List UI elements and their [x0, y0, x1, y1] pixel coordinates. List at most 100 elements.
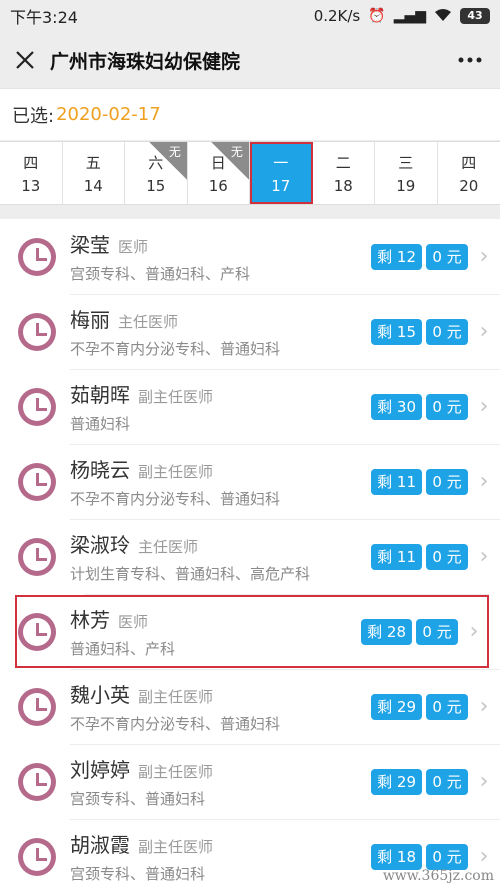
clock-icon — [18, 387, 56, 426]
remaining-slots-badge: 剩 11 — [371, 468, 422, 495]
doctor-specialty: 不孕不育内分泌专科、普通妇科 — [70, 715, 281, 733]
doctor-row[interactable]: 梁莹 医师 宫颈专科、普通妇科、产科剩 12 0 元 › — [0, 219, 500, 294]
doctor-list: 梁莹 医师 宫颈专科、普通妇科、产科剩 12 0 元 › 梅丽 主任医师 不孕不育内分泌专科、… — [0, 219, 500, 888]
doctor-row[interactable]: 魏小英 副主任医师 不孕不育内分泌专科、普通妇科剩 29 0 元 › — [0, 669, 500, 744]
chevron-right-icon: › — [479, 544, 489, 569]
doctor-title: 医师 — [118, 613, 149, 631]
fee-badge: 0 元 — [426, 393, 468, 420]
fee-badge: 0 元 — [426, 243, 468, 270]
doctor-name: 刘婷婷 — [70, 758, 130, 782]
clock-icon — [18, 612, 56, 651]
doctor-specialty: 普通妇科、产科 — [70, 640, 176, 658]
fee-badge: 0 元 — [426, 693, 468, 720]
date-cell[interactable]: 四 20 — [438, 142, 500, 204]
doctor-info: 胡淑霞 副主任医师 宫颈专科、普通妇科 — [70, 829, 367, 884]
doctor-title: 副主任医师 — [138, 388, 214, 406]
date-day: 13 — [21, 176, 41, 195]
fee-badge: 0 元 — [426, 843, 468, 870]
doctor-row[interactable]: 林芳 医师 普通妇科、产科剩 28 0 元 › — [14, 594, 490, 669]
date-cell[interactable]: 一 17 — [250, 142, 313, 204]
date-strip: 四 13 五 14 六 15 无日 16 无 一 17 二 18 三 19 四 20 — [0, 141, 500, 205]
date-cell[interactable]: 六 15 无 — [125, 142, 188, 204]
date-weekday: 五 — [85, 153, 101, 172]
doctor-specialty: 不孕不育内分泌专科、普通妇科 — [70, 490, 281, 508]
chevron-right-icon: › — [479, 319, 489, 344]
date-weekday: 二 — [335, 153, 351, 172]
doctor-specialty: 宫颈专科、普通妇科 — [70, 790, 206, 808]
doctor-specialty: 宫颈专科、普通妇科、产科 — [70, 265, 251, 283]
watermark: www.365jz.com — [382, 868, 494, 884]
chevron-right-icon: › — [479, 244, 489, 269]
date-cell[interactable]: 四 13 — [0, 142, 63, 204]
date-cell[interactable]: 三 19 — [375, 142, 438, 204]
doctor-row[interactable]: 梅丽 主任医师 不孕不育内分泌专科、普通妇科剩 15 0 元 › — [0, 294, 500, 369]
remaining-slots-badge: 剩 12 — [371, 243, 422, 270]
chevron-right-icon: › — [479, 769, 489, 794]
status-time: 下午3:24 — [10, 8, 78, 27]
battery-icon: 43 — [460, 8, 490, 24]
date-weekday: 四 — [461, 153, 477, 172]
doctor-row[interactable]: 刘婷婷 副主任医师 宫颈专科、普通妇科剩 29 0 元 › — [0, 744, 500, 819]
doctor-info: 梁淑玲 主任医师 计划生育专科、普通妇科、高危产科 — [70, 529, 367, 584]
doctor-title: 主任医师 — [138, 538, 199, 556]
page-title: 广州市海珠妇幼保健院 — [50, 50, 241, 73]
fee-badge: 0 元 — [416, 618, 458, 645]
date-day: 20 — [459, 176, 479, 195]
fee-badge: 0 元 — [426, 768, 468, 795]
date-day: 15 — [146, 176, 166, 195]
date-cell[interactable]: 五 14 — [63, 142, 125, 204]
doctor-name: 杨晓云 — [70, 458, 130, 482]
doctor-name: 梁淑玲 — [70, 533, 130, 557]
date-weekday: 四 — [23, 153, 39, 172]
doctor-row[interactable]: 梁淑玲 主任医师 计划生育专科、普通妇科、高危产科剩 11 0 元 › — [0, 519, 500, 594]
doctor-title: 主任医师 — [118, 313, 179, 331]
chevron-right-icon: › — [469, 619, 479, 644]
network-speed: 0.2K/s — [313, 7, 361, 25]
date-day: 18 — [333, 176, 353, 195]
remaining-slots-badge: 剩 11 — [371, 543, 422, 570]
status-bar: 下午3:24 0.2K/s ⏰ ▂▄▆ 43 — [0, 0, 500, 32]
fee-badge: 0 元 — [426, 543, 468, 570]
doctor-info: 刘婷婷 副主任医师宫颈专科、普通妇科 — [70, 754, 367, 809]
clock-icon — [18, 537, 56, 576]
doctor-specialty: 不孕不育内分泌专科、普通妇科 — [70, 340, 281, 358]
fee-badge: 0 元 — [426, 468, 468, 495]
chevron-right-icon: › — [479, 469, 489, 494]
doctor-name: 梅丽 — [70, 308, 110, 332]
chevron-right-icon: › — [479, 694, 489, 719]
date-weekday: 一 — [273, 153, 289, 172]
date-cell[interactable]: 二 18 — [313, 142, 375, 204]
doctor-info: 魏小英 副主任医师不孕不育内分泌专科、普通妇科 — [70, 679, 367, 734]
clock-icon — [18, 462, 56, 501]
clock-icon — [18, 687, 56, 726]
doctor-info: 梅丽 主任医师不孕不育内分泌专科、普通妇科 — [70, 304, 367, 359]
title-bar: 广州市海珠妇幼保健院 — [0, 32, 500, 88]
doctor-name: 胡淑霞 — [70, 833, 130, 857]
doctor-name: 魏小英 — [70, 683, 130, 707]
signal-icon: ▂▄▆ — [393, 8, 426, 24]
alarm-icon: ⏰ — [368, 8, 386, 24]
more-options-icon[interactable] — [440, 32, 500, 88]
doctor-info: 梁莹 医师 宫颈专科、普通妇科、产科 — [70, 229, 367, 284]
remaining-slots-badge: 剩 29 — [371, 693, 422, 720]
date-day: 19 — [396, 176, 416, 195]
doctor-title: 副主任医师 — [138, 688, 214, 706]
remaining-slots-badge: 剩 15 — [371, 318, 422, 345]
date-weekday: 三 — [398, 153, 414, 172]
close-icon[interactable] — [0, 32, 50, 88]
doctor-row[interactable]: 杨晓云 副主任医师 不孕不育内分泌专科、普通妇科剩 11 0 元 › — [0, 444, 500, 519]
doctor-info: 林芳 医师 普通妇科、产科 — [70, 604, 357, 659]
date-cell[interactable]: 日 16 无 — [188, 142, 250, 204]
wifi-icon — [434, 8, 452, 25]
remaining-slots-badge: 剩 18 — [371, 843, 422, 870]
clock-icon — [18, 237, 56, 276]
clock-icon — [18, 837, 56, 876]
doctor-info: 茹朝晖 副主任医师 普通妇科 — [70, 379, 367, 434]
doctor-row[interactable]: 茹朝晖 副主任医师 普通妇科剩 30 0 元 › — [0, 369, 500, 444]
selected-date: 2020-02-17 — [56, 104, 161, 125]
selected-date-row: 已选: 2020-02-17 — [0, 88, 500, 140]
doctor-title: 副主任医师 — [138, 763, 214, 781]
doctor-title: 副主任医师 — [138, 838, 214, 856]
remaining-slots-badge: 剩 30 — [371, 393, 422, 420]
status-icons: 0.2K/s ⏰ ▂▄▆ 43 — [314, 7, 490, 25]
